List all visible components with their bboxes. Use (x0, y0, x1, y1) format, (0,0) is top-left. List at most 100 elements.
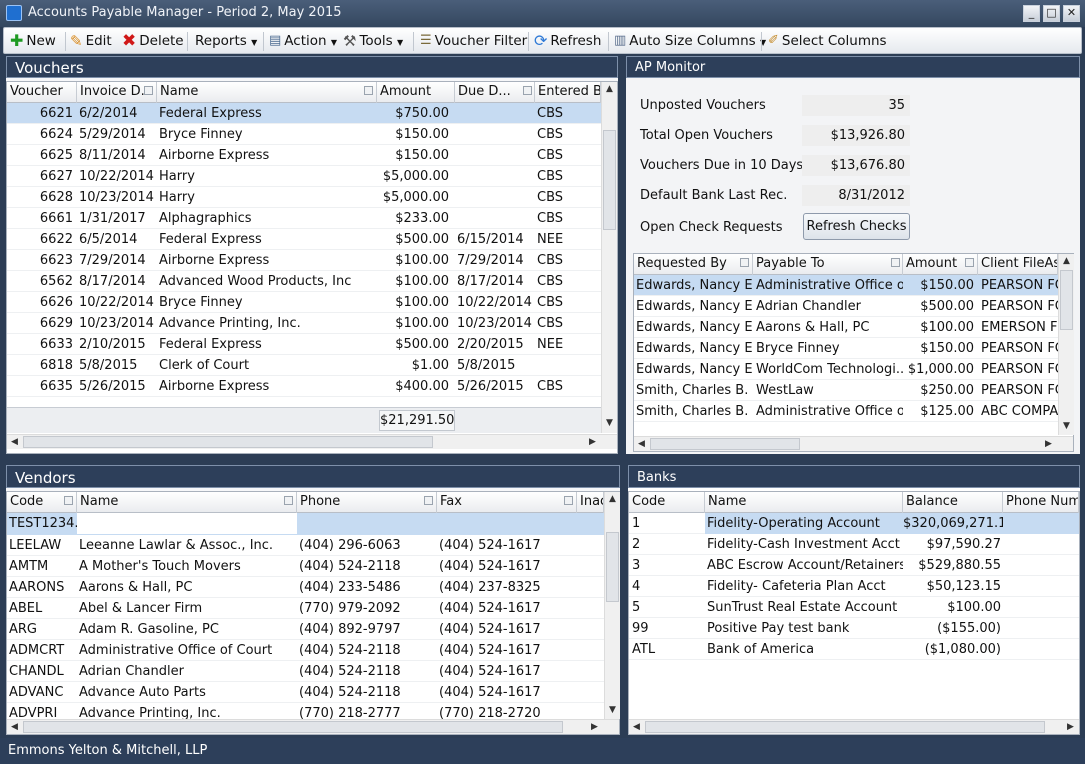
refresh-button[interactable]: ⟳ Refresh (534, 31, 601, 52)
auto-size-columns-menu[interactable]: ▥ Auto Size Columns ▼ (614, 31, 766, 52)
vendor-row[interactable]: CHANDL Adrian Chandler (404) 524-2118 (404)… (7, 661, 604, 682)
bank-row[interactable]: 1 Fidelity-Operating Account $320,069,271.… (629, 513, 1079, 534)
horizontal-scrollbar[interactable]: ◀ ▶ (629, 719, 1079, 734)
col-fax[interactable]: Fax (437, 492, 577, 513)
col-entered-by[interactable]: Entered By (535, 82, 601, 103)
vendor-row[interactable]: AARONS Aarons & Hall, PC (404) 233-5486 (40… (7, 577, 604, 598)
voucher-row[interactable]: 6635 5/26/2015 Airborne Express $400.00 5/26… (7, 376, 601, 397)
voucher-row[interactable]: 6627 10/22/2014 Harry $5,000.00 CBS (7, 166, 601, 187)
voucher-row[interactable]: 6628 10/23/2014 Harry $5,000.00 CBS (7, 187, 601, 208)
voucher-row[interactable]: 6629 10/23/2014 Advance Printing, Inc. $100… (7, 313, 601, 334)
col-name[interactable]: Name (705, 492, 903, 513)
col-code[interactable]: Code (629, 492, 705, 513)
scroll-up-icon[interactable]: ▲ (1059, 254, 1074, 269)
scroll-left-icon[interactable]: ◀ (7, 720, 22, 735)
bank-row[interactable]: 3 ABC Escrow Account/Retainers $529,880.55 (629, 555, 1079, 576)
vendor-row[interactable]: ABEL Abel & Lancer Firm (770) 979-2092 (404… (7, 598, 604, 619)
scroll-right-icon[interactable]: ▶ (1041, 437, 1056, 452)
check-request-row[interactable]: Edwards, Nancy E. Adrian Chandler $500.00 P… (634, 296, 1058, 317)
scroll-thumb[interactable] (650, 438, 800, 450)
vendor-row[interactable]: LEELAW Leeanne Lawlar & Assoc., Inc. (404)… (7, 535, 604, 556)
vendor-row[interactable]: ADVANC Advance Auto Parts (404) 524-2118 (4… (7, 682, 604, 703)
scroll-thumb[interactable] (603, 130, 616, 230)
vertical-scrollbar[interactable]: ▲ ▼ (601, 82, 617, 433)
filter-icon[interactable] (364, 86, 373, 95)
check-request-row[interactable]: Edwards, Nancy E. WorldCom Technologi... $… (634, 359, 1058, 380)
vertical-scrollbar[interactable]: ▲ ▼ (1058, 254, 1074, 435)
close-button[interactable]: ✕ (1063, 5, 1080, 22)
scroll-left-icon[interactable]: ◀ (634, 437, 649, 452)
voucher-row[interactable]: 6626 10/22/2014 Bryce Finney $100.00 10/22/2… (7, 292, 601, 313)
scroll-thumb[interactable] (23, 436, 433, 448)
scroll-up-icon[interactable]: ▲ (602, 82, 617, 97)
voucher-row[interactable]: 6621 6/2/2014 Federal Express $750.00 CBS (7, 103, 601, 124)
horizontal-scrollbar[interactable]: ◀ ▶ (7, 719, 619, 734)
filter-icon[interactable] (424, 496, 433, 505)
filter-code-value[interactable]: TEST1234... (9, 513, 87, 534)
col-client-fileas[interactable]: Client FileAs (978, 254, 1058, 275)
action-menu[interactable]: ▤ Action ▼ (269, 31, 337, 52)
scroll-right-icon[interactable]: ▶ (585, 435, 600, 450)
bank-row[interactable]: ATL Bank of America ($1,080.00) (629, 639, 1079, 660)
bank-row[interactable]: 4 Fidelity- Cafeteria Plan Acct $50,123.15 (629, 576, 1079, 597)
scroll-left-icon[interactable]: ◀ (629, 720, 644, 735)
delete-button[interactable]: ✖ Delete (122, 31, 184, 52)
col-requested-by[interactable]: Requested By (634, 254, 753, 275)
check-request-row[interactable]: Edwards, Nancy E. Administrative Office o… (634, 275, 1058, 296)
minimize-button[interactable]: _ (1023, 5, 1040, 22)
col-phone[interactable]: Phone (297, 492, 437, 513)
maximize-button[interactable]: □ (1043, 5, 1060, 22)
col-payable-to[interactable]: Payable To (753, 254, 903, 275)
scroll-down-icon[interactable]: ▼ (602, 416, 617, 431)
filter-icon[interactable] (740, 258, 749, 267)
scroll-right-icon[interactable]: ▶ (587, 720, 602, 735)
scroll-down-icon[interactable]: ▼ (605, 703, 620, 718)
select-columns-button[interactable]: ✐ Select Columns (768, 31, 887, 52)
voucher-row[interactable]: 6633 2/10/2015 Federal Express $500.00 2/20/… (7, 334, 601, 355)
vendor-row[interactable]: AMTM A Mother's Touch Movers (404) 524-211… (7, 556, 604, 577)
scroll-left-icon[interactable]: ◀ (7, 435, 22, 450)
vendor-row[interactable]: ADMCRT Administrative Office of Court (404… (7, 640, 604, 661)
check-request-row[interactable]: Smith, Charles B. Administrative Office o… (634, 401, 1058, 422)
vendor-row[interactable]: ARG Adam R. Gasoline, PC (404) 892-9797 (40… (7, 619, 604, 640)
col-name[interactable]: Name (77, 492, 297, 513)
filter-icon[interactable] (284, 496, 293, 505)
col-voucher[interactable]: Voucher (7, 82, 77, 103)
voucher-row[interactable]: 6661 1/31/2017 Alphagraphics $233.00 CBS (7, 208, 601, 229)
scroll-thumb[interactable] (1060, 270, 1073, 330)
voucher-row[interactable]: 6624 5/29/2014 Bryce Finney $150.00 CBS (7, 124, 601, 145)
filter-icon[interactable] (144, 86, 153, 95)
col-balance[interactable]: Balance (903, 492, 1003, 513)
scroll-thumb[interactable] (23, 721, 563, 733)
col-name[interactable]: Name (157, 82, 377, 103)
col-phone-number[interactable]: Phone Numb (1003, 492, 1079, 513)
scroll-up-icon[interactable]: ▲ (605, 492, 620, 507)
reports-menu[interactable]: Reports ▼ (195, 31, 257, 52)
scroll-thumb[interactable] (606, 532, 619, 602)
tools-menu[interactable]: ⚒ Tools ▼ (343, 31, 403, 52)
filter-icon[interactable] (965, 258, 974, 267)
col-amount[interactable]: Amount (377, 82, 455, 103)
check-request-row[interactable]: Smith, Charles B. WestLaw $250.00 PEARSON F… (634, 380, 1058, 401)
horizontal-scrollbar[interactable]: ◀ ▶ (7, 434, 617, 449)
voucher-row[interactable]: 6562 8/17/2014 Advanced Wood Products, Inc… (7, 271, 601, 292)
bank-row[interactable]: 2 Fidelity-Cash Investment Acct $97,590.27 (629, 534, 1079, 555)
voucher-row[interactable]: 6818 5/8/2015 Clerk of Court $1.00 5/8/2015 (7, 355, 601, 376)
filter-name-cell[interactable] (77, 513, 297, 534)
voucher-row[interactable]: 6625 8/11/2014 Airborne Express $150.00 CBS (7, 145, 601, 166)
scroll-right-icon[interactable]: ▶ (1063, 720, 1078, 735)
voucher-row[interactable]: 6623 7/29/2014 Airborne Express $100.00 7/29… (7, 250, 601, 271)
scroll-down-icon[interactable]: ▼ (1059, 419, 1074, 434)
bank-row[interactable]: 99 Positive Pay test bank ($155.00) (629, 618, 1079, 639)
vendors-filter-row[interactable]: TEST1234... (7, 513, 604, 535)
bank-row[interactable]: 5 SunTrust Real Estate Account $100.00 (629, 597, 1079, 618)
refresh-checks-button[interactable]: Refresh Checks (803, 213, 910, 240)
new-button[interactable]: ✚ New (10, 31, 56, 52)
edit-button[interactable]: ✎ Edit (70, 31, 112, 52)
filter-icon[interactable] (564, 496, 573, 505)
filter-icon[interactable] (523, 86, 532, 95)
check-request-row[interactable]: Edwards, Nancy E. Aarons & Hall, PC $100.0… (634, 317, 1058, 338)
vendor-row[interactable]: ADVPRI Advance Printing, Inc. (770) 218-27… (7, 703, 604, 719)
voucher-filter-button[interactable]: ☰ Voucher Filter (420, 31, 527, 52)
col-inactive[interactable]: Inact (577, 492, 604, 513)
